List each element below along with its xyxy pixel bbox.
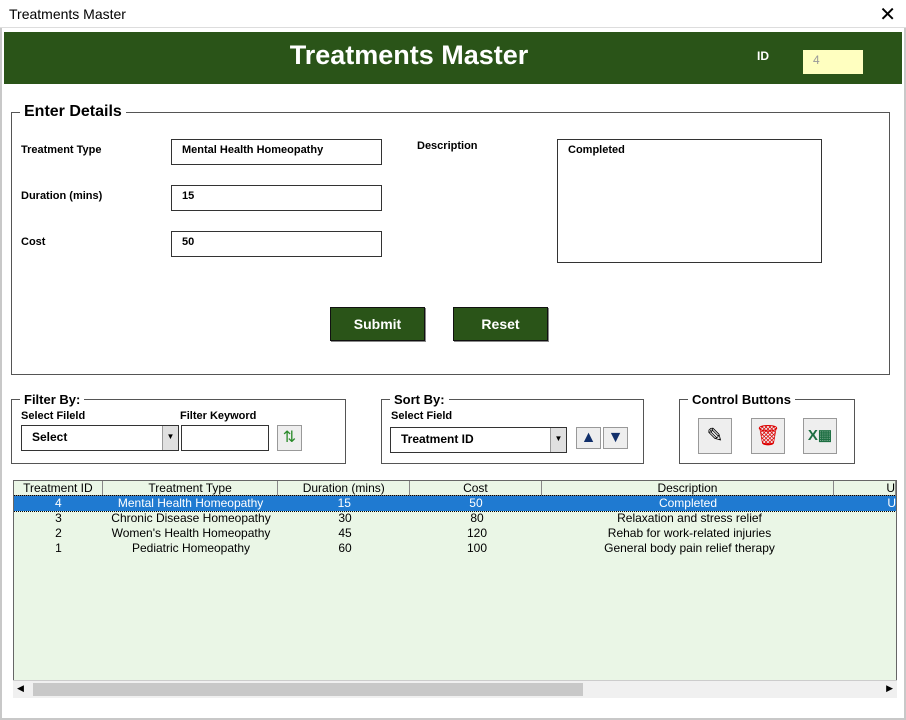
column-header[interactable]: Treatment ID: [14, 481, 103, 495]
enter-details-legend: Enter Details: [20, 103, 126, 121]
window-title: Treatments Master: [9, 6, 126, 22]
cell: Completed: [542, 496, 834, 511]
cell: 80: [411, 511, 543, 526]
scrollbar-thumb[interactable]: [33, 683, 583, 696]
column-header[interactable]: Duration (mins): [278, 481, 410, 495]
treatments-table[interactable]: Treatment ID Treatment Type Duration (mi…: [13, 480, 897, 698]
chevron-down-icon[interactable]: ▼: [162, 426, 178, 450]
excel-export-icon[interactable]: X▦: [803, 418, 837, 454]
cell: Pediatric Homeopathy: [103, 541, 279, 556]
cell: General body pain relief therapy: [543, 541, 836, 556]
cell: Women's Health Homeopathy: [103, 526, 279, 541]
cost-label: Cost: [21, 236, 45, 248]
cell: 100: [411, 541, 543, 556]
filter-keyword-label: Filter Keyword: [180, 410, 256, 422]
cell: Mental Health Homeopathy: [103, 496, 279, 511]
cell: 15: [278, 496, 410, 511]
scroll-left-icon[interactable]: ◀: [17, 683, 24, 694]
cell: 1: [14, 541, 103, 556]
cell: 4: [14, 496, 103, 511]
table-row[interactable]: 3Chronic Disease Homeopathy3080Relaxatio…: [14, 511, 896, 526]
sort-ascending-icon[interactable]: ▲: [576, 427, 601, 449]
cell: U: [834, 496, 896, 511]
cell: 30: [279, 511, 411, 526]
edit-icon[interactable]: ✎: [698, 418, 732, 454]
cell: Rehab for work-related injuries: [543, 526, 836, 541]
sort-field-label: Select Field: [391, 410, 452, 422]
description-input[interactable]: Completed: [557, 139, 822, 263]
refresh-icon[interactable]: ⇅: [277, 425, 302, 451]
duration-input[interactable]: 15: [171, 185, 382, 211]
cell: 60: [279, 541, 411, 556]
horizontal-scrollbar[interactable]: ◀ ▶: [13, 680, 897, 698]
table-row[interactable]: 1Pediatric Homeopathy60100General body p…: [14, 541, 896, 556]
sort-field-value: Treatment ID: [401, 432, 474, 446]
filter-field-label: Select Fileld: [21, 410, 85, 422]
duration-label: Duration (mins): [21, 190, 102, 202]
chevron-down-icon[interactable]: ▼: [550, 428, 566, 452]
description-label: Description: [417, 140, 478, 152]
cell: 2: [14, 526, 103, 541]
table-row[interactable]: 4Mental Health Homeopathy1550CompletedU: [14, 496, 896, 511]
close-icon[interactable]: ✕: [879, 2, 896, 27]
title-bar: Treatments Master ✕: [0, 0, 906, 28]
sort-field-select[interactable]: Treatment ID ▼: [390, 427, 567, 453]
filter-field-select[interactable]: Select ▼: [21, 425, 179, 451]
cell: Relaxation and stress relief: [543, 511, 836, 526]
treatment-type-input[interactable]: Mental Health Homeopathy: [171, 139, 382, 165]
column-header[interactable]: Cost: [410, 481, 542, 495]
delete-icon[interactable]: 🗑: [751, 418, 785, 454]
sort-legend: Sort By:: [390, 392, 449, 407]
cost-input[interactable]: 50: [171, 231, 382, 257]
cell: 50: [410, 496, 542, 511]
control-buttons-legend: Control Buttons: [688, 392, 795, 407]
table-header: Treatment ID Treatment Type Duration (mi…: [14, 481, 896, 496]
sort-descending-icon[interactable]: ▼: [603, 427, 628, 449]
id-field[interactable]: 4: [803, 50, 863, 74]
cell: 3: [14, 511, 103, 526]
column-header[interactable]: Treatment Type: [103, 481, 279, 495]
id-label: ID: [757, 49, 769, 63]
filter-field-value: Select: [32, 430, 67, 444]
reset-button[interactable]: Reset: [453, 307, 548, 341]
cell: Chronic Disease Homeopathy: [103, 511, 279, 526]
scroll-right-icon[interactable]: ▶: [886, 683, 893, 694]
column-header[interactable]: U: [834, 481, 896, 495]
cell: 120: [411, 526, 543, 541]
filter-legend: Filter By:: [20, 392, 84, 407]
treatment-type-label: Treatment Type: [21, 144, 102, 156]
column-header[interactable]: Description: [542, 481, 834, 495]
filter-keyword-input[interactable]: [181, 425, 269, 451]
table-row[interactable]: 2Women's Health Homeopathy45120Rehab for…: [14, 526, 896, 541]
submit-button[interactable]: Submit: [330, 307, 425, 341]
cell: 45: [279, 526, 411, 541]
page-title: Treatments Master: [4, 40, 814, 71]
